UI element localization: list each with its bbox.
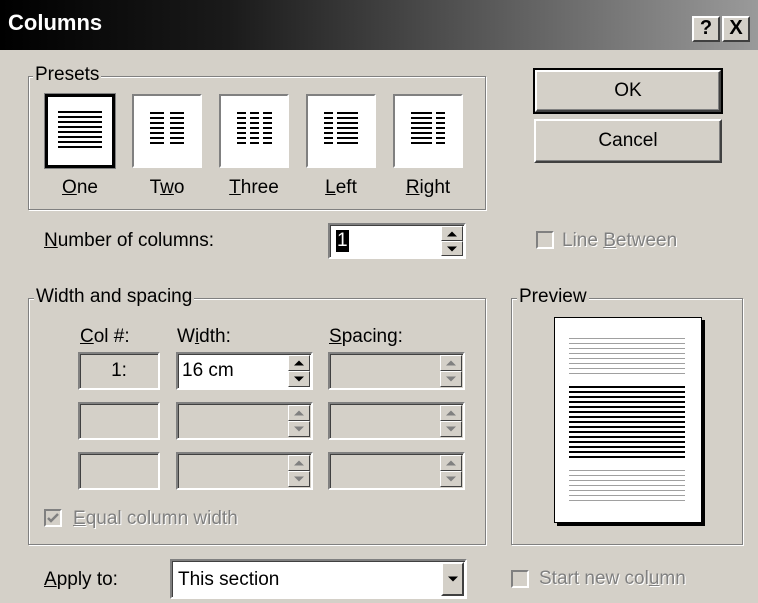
ok-button[interactable]: OK <box>533 68 723 114</box>
right-columns-icon <box>411 112 445 144</box>
preview-lines <box>569 338 685 501</box>
col-number-cell <box>78 452 160 490</box>
number-of-columns-label: Number of columns: <box>44 230 215 251</box>
line-between-label: Line Between <box>562 230 678 251</box>
cancel-button[interactable]: Cancel <box>534 119 722 163</box>
width-stepper <box>176 452 313 490</box>
spin-down-icon <box>288 471 310 487</box>
preset-left[interactable] <box>306 94 376 168</box>
spin-down-icon <box>440 421 462 437</box>
width-header: Width: <box>177 326 231 347</box>
spin-up-icon[interactable] <box>288 355 310 371</box>
preview-page <box>554 317 702 523</box>
left-columns-icon <box>324 112 358 144</box>
preview-legend: Preview <box>517 286 589 307</box>
start-new-column-checkbox[interactable] <box>511 570 529 588</box>
presets-legend: Presets <box>33 64 102 85</box>
checkmark-icon <box>47 513 59 523</box>
number-of-columns-stepper[interactable]: 1 <box>328 223 466 259</box>
title-bar <box>0 0 758 50</box>
two-columns-icon <box>150 112 184 144</box>
spacing-spinner <box>440 355 462 387</box>
apply-to-label: Apply to: <box>44 569 118 590</box>
preset-three-label: Three <box>229 177 279 198</box>
dropdown-button[interactable] <box>441 562 464 596</box>
apply-to-dropdown[interactable]: This section <box>170 559 467 599</box>
col-number-header: Col #: <box>80 326 130 347</box>
preset-one-label: One <box>62 177 98 198</box>
preset-left-label: Left <box>325 177 357 198</box>
apply-to-value: This section <box>178 569 280 590</box>
width-value: 16 cm <box>182 360 234 381</box>
spin-down-icon <box>288 421 310 437</box>
spin-up-icon <box>440 355 462 371</box>
spin-up-icon <box>440 405 462 421</box>
spacing-header: Spacing: <box>329 326 403 347</box>
width-spacing-legend: Width and spacing <box>34 286 195 307</box>
width-spinner[interactable] <box>288 355 310 387</box>
dialog-title: Columns <box>8 10 103 35</box>
preset-two[interactable] <box>132 94 202 168</box>
spin-up-icon <box>288 455 310 471</box>
preset-three[interactable] <box>219 94 289 168</box>
equal-column-width-checkbox[interactable] <box>44 509 62 527</box>
spin-down-icon[interactable] <box>288 371 310 387</box>
spin-down-icon <box>440 371 462 387</box>
spin-up-icon[interactable] <box>441 226 463 241</box>
spacing-stepper <box>328 352 465 390</box>
width-spinner <box>288 405 310 437</box>
spin-down-icon[interactable] <box>441 241 463 256</box>
number-of-columns-spinner[interactable] <box>441 226 463 256</box>
preset-one[interactable] <box>44 93 116 169</box>
spacing-stepper <box>328 402 465 440</box>
equal-column-width-label: Equal column width <box>73 508 238 529</box>
three-columns-icon <box>237 112 272 144</box>
col-number-cell: 1: <box>78 352 160 390</box>
width-stepper[interactable]: 16 cm <box>176 352 313 390</box>
chevron-down-icon <box>447 576 458 582</box>
help-button[interactable]: ? <box>692 16 720 42</box>
preset-right[interactable] <box>393 94 463 168</box>
close-button[interactable]: X <box>722 16 750 42</box>
width-spinner <box>288 455 310 487</box>
line-between-checkbox[interactable] <box>536 231 554 249</box>
spin-up-icon <box>288 405 310 421</box>
number-of-columns-value: 1 <box>336 230 349 252</box>
spin-down-icon <box>440 471 462 487</box>
spacing-stepper <box>328 452 465 490</box>
preset-two-label: Two <box>149 177 185 198</box>
one-column-icon <box>58 111 102 148</box>
preset-right-label: Right <box>405 177 451 198</box>
spacing-spinner <box>440 405 462 437</box>
spin-up-icon <box>440 455 462 471</box>
spacing-spinner <box>440 455 462 487</box>
col-number-cell <box>78 402 160 440</box>
start-new-column-label: Start new column <box>539 568 686 589</box>
width-stepper <box>176 402 313 440</box>
